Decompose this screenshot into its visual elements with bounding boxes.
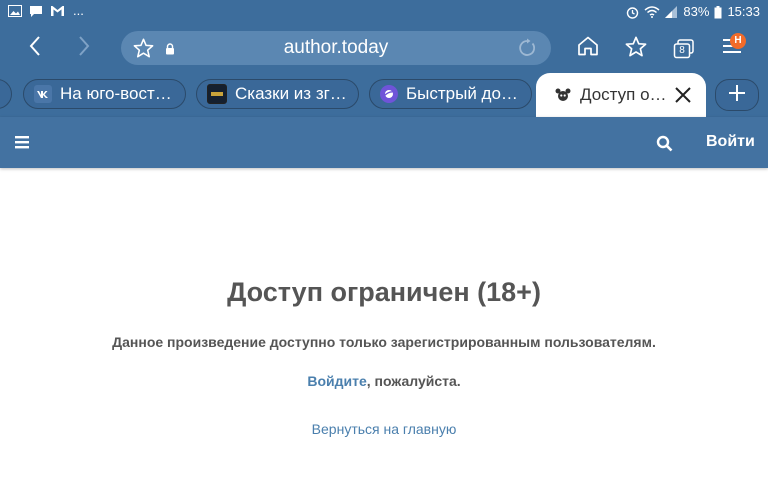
login-prompt-suffix: , пожалуйста. (366, 373, 461, 389)
bookmarks-button[interactable] (616, 24, 656, 73)
tab-title: Быстрый до… (406, 84, 518, 103)
search-icon[interactable] (656, 135, 673, 157)
tab-skazki[interactable]: Сказки из зг… (196, 79, 359, 109)
tab-strip: На юго-вост… Сказки из зг… Быстрый до… Д… (0, 73, 768, 117)
signal-icon (665, 6, 678, 18)
home-button[interactable] (568, 24, 608, 73)
login-link[interactable]: Войдите (307, 373, 366, 389)
forward-button[interactable] (64, 24, 104, 73)
notifications-overflow: ... (73, 3, 84, 18)
tab-title: На юго-вост… (60, 84, 172, 103)
browser-toolbar: author.today 8 H (0, 24, 768, 73)
image-icon (8, 5, 22, 17)
tab-active[interactable]: Доступ о… (536, 73, 706, 117)
login-prompt: Войдите, пожалуйста. (0, 372, 768, 390)
alarm-icon (626, 6, 639, 19)
chevron-left-icon (28, 35, 42, 62)
plus-icon (727, 83, 747, 108)
login-button[interactable]: Войти (706, 133, 755, 151)
author-today-icon (554, 86, 572, 104)
site-header: Войти (0, 117, 768, 168)
home-link[interactable]: Вернуться на главную (0, 420, 768, 438)
tab-vk[interactable]: На юго-вост… (23, 79, 186, 109)
restriction-message: Данное произведение доступно только заре… (112, 334, 656, 350)
samsung-internet-icon (380, 85, 398, 103)
tab-title: Сказки из зг… (235, 84, 347, 103)
menu-button[interactable]: H (712, 24, 752, 73)
chevron-right-icon (77, 35, 91, 62)
notification-badge: H (730, 33, 746, 49)
url-text: author.today (283, 37, 389, 58)
main-content: Доступ ограничен (18+) Данное произведен… (0, 168, 768, 479)
tab-offscreen[interactable] (0, 79, 12, 109)
status-bar: ... 83% 15:33 (0, 0, 768, 24)
tabs-button[interactable]: 8 (664, 24, 704, 73)
tabs-icon: 8 (673, 38, 695, 59)
battery-percent: 83% (683, 4, 710, 19)
new-tab-button[interactable] (715, 79, 759, 111)
reload-icon[interactable] (517, 38, 537, 63)
star-list-icon (625, 36, 647, 62)
tab-title: Доступ о… (580, 85, 667, 104)
close-tab-icon[interactable] (674, 86, 692, 109)
home-icon (577, 36, 599, 61)
wifi-icon (644, 6, 660, 18)
site-menu-icon[interactable] (14, 134, 31, 155)
clock: 15:33 (727, 4, 760, 19)
page-title: Доступ ограничен (18+) (227, 277, 541, 307)
battery-icon (714, 5, 722, 19)
chat-icon (29, 5, 43, 18)
home-link-label[interactable]: Вернуться на главную (312, 421, 457, 437)
tabs-count: 8 (679, 44, 685, 56)
gmail-icon (50, 5, 65, 17)
tab-bystry[interactable]: Быстрый до… (369, 79, 532, 109)
site-icon (207, 84, 227, 104)
address-bar[interactable]: author.today (121, 31, 551, 65)
vk-icon (34, 85, 52, 103)
back-button[interactable] (15, 24, 55, 73)
